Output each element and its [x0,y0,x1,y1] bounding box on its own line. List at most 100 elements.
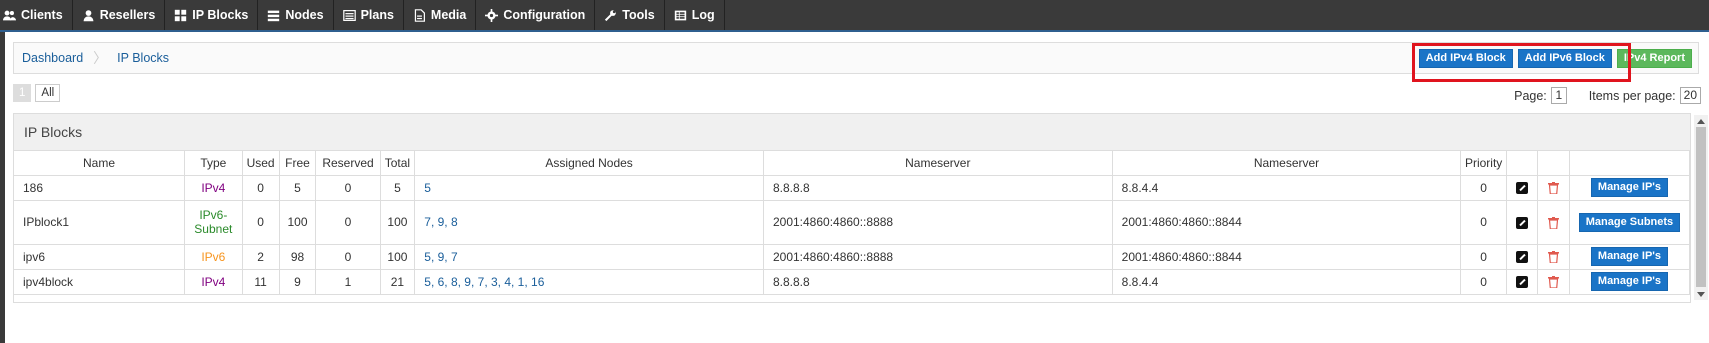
free-count: 5 [279,175,317,201]
scroll-up-arrow-icon[interactable] [1697,119,1705,124]
nav-item-label: Resellers [99,8,156,22]
manage-ips-button[interactable]: Manage IP's [1590,247,1669,266]
table-row: 186 IPv4 0 5 0 5 5 8.8.8.8 8.8.4.4 0 Man… [14,175,1691,201]
edit-icon[interactable] [1516,276,1529,289]
column-header-used[interactable]: Used [242,151,280,176]
assigned-nodes-link[interactable]: 7, 9, 8 [414,200,764,245]
used-count: 0 [242,200,280,245]
block-name: ipv6 [14,244,186,270]
used-count: 2 [242,244,280,270]
edit-icon[interactable] [1516,251,1529,264]
block-name: 186 [14,175,186,201]
scrollbar-thumb[interactable] [1696,127,1706,287]
list-icon [342,9,356,21]
column-header-nameserver-2[interactable]: Nameserver [1112,151,1462,176]
top-nav: Clients Resellers IP Blocks Nodes Plans … [0,0,1709,32]
nav-item-label: Media [430,8,467,22]
total-count: 100 [380,244,416,270]
trash-icon[interactable] [1548,251,1560,264]
breadcrumb-ip-blocks[interactable]: IP Blocks [117,51,169,65]
nameserver-1: 2001:4860:4860::8888 [763,244,1113,270]
block-type: IPv6-Subnet [184,200,243,245]
users-icon [3,10,16,20]
page-number-input[interactable]: 1 [1550,87,1567,104]
total-count: 21 [380,269,416,295]
table-row: ipv6 IPv6 2 98 0 100 5, 9, 7 2001:4860:4… [14,244,1691,270]
nav-item-label: Clients [21,8,63,22]
server-icon [268,10,280,21]
assigned-nodes-link[interactable]: 5 [414,175,764,201]
used-count: 0 [242,175,280,201]
table-icon [674,10,686,20]
table-header-row: Name Type Used Free Reserved Total Assig… [14,151,1691,176]
trash-icon[interactable] [1548,276,1560,289]
nameserver-2: 2001:4860:4860::8844 [1112,200,1462,245]
nav-item-media[interactable]: Media [403,0,477,30]
nameserver-2: 2001:4860:4860::8844 [1112,244,1462,270]
free-count: 100 [279,200,317,245]
nameserver-1: 2001:4860:4860::8888 [763,200,1113,245]
column-header-assigned-nodes[interactable]: Assigned Nodes [414,151,764,176]
total-count: 100 [380,200,416,245]
reserved-count: 0 [315,200,381,245]
column-header-reserved[interactable]: Reserved [315,151,381,176]
nav-item-clients[interactable]: Clients [0,0,73,30]
manage-ips-button[interactable]: Manage IP's [1590,178,1669,197]
nav-item-configuration[interactable]: Configuration [476,0,596,30]
manage-ips-button[interactable]: Manage IP's [1590,272,1669,291]
block-name: IPblock1 [14,200,186,245]
nav-item-label: Configuration [503,8,586,22]
column-header-type[interactable]: Type [184,151,243,176]
manage-subnets-button[interactable]: Manage Subnets [1578,212,1681,232]
nameserver-1: 8.8.8.8 [763,269,1113,295]
edit-icon[interactable] [1516,182,1529,195]
vertical-scrollbar[interactable] [1694,115,1708,300]
nameserver-1: 8.8.8.8 [763,175,1113,201]
scroll-down-arrow-icon[interactable] [1697,292,1705,297]
pagination: 1 All [13,84,61,102]
nameserver-2: 8.8.4.4 [1112,269,1462,295]
edit-icon[interactable] [1516,216,1529,229]
reserved-count: 0 [315,175,381,201]
file-icon [414,8,425,22]
breadcrumb-dashboard[interactable]: Dashboard [22,51,83,65]
highlight-box [1412,43,1631,82]
column-header-total[interactable]: Total [380,151,416,176]
table-row: IPblock1 IPv6-Subnet 0 100 0 100 7, 9, 8… [14,200,1691,245]
free-count: 9 [279,269,317,295]
block-type: IPv6 [184,244,243,270]
page-label: Page: [1514,88,1547,103]
nav-item-nodes[interactable]: Nodes [258,0,334,30]
nav-item-resellers[interactable]: Resellers [72,0,166,30]
block-type: IPv4 [184,269,243,295]
free-count: 98 [279,244,317,270]
nav-item-tools[interactable]: Tools [595,0,665,30]
priority-value: 0 [1460,175,1507,201]
gear-icon [485,8,499,22]
assigned-nodes-link[interactable]: 5, 9, 7 [414,244,764,270]
nav-item-label: Log [691,8,715,22]
nameserver-2: 8.8.4.4 [1112,175,1462,201]
reserved-count: 0 [315,244,381,270]
nav-item-label: Plans [360,8,394,22]
reserved-count: 1 [315,269,381,295]
column-header-name[interactable]: Name [14,151,186,176]
page-1-button[interactable]: 1 [13,84,32,102]
items-per-page-input[interactable]: 20 [1679,87,1701,104]
priority-value: 0 [1460,269,1507,295]
page-all-button[interactable]: All [35,84,61,102]
nav-item-plans[interactable]: Plans [333,0,404,30]
column-header-free[interactable]: Free [279,151,317,176]
column-header-nameserver-1[interactable]: Nameserver [763,151,1113,176]
grid-icon [175,9,187,21]
trash-icon[interactable] [1548,216,1560,229]
column-header-priority[interactable]: Priority [1460,151,1507,176]
breadcrumb-separator: 〉 [93,50,108,66]
block-name: ipv4block [14,269,186,295]
ip-blocks-panel: IP Blocks Name Type Used Free Reserved T… [13,113,1691,303]
trash-icon[interactable] [1548,182,1560,195]
assigned-nodes-link[interactable]: 5, 6, 8, 9, 7, 3, 4, 1, 16 [414,269,764,295]
nav-item-log[interactable]: Log [664,0,725,30]
left-edge-strip [0,32,5,343]
nav-item-ip-blocks[interactable]: IP Blocks [165,0,259,30]
